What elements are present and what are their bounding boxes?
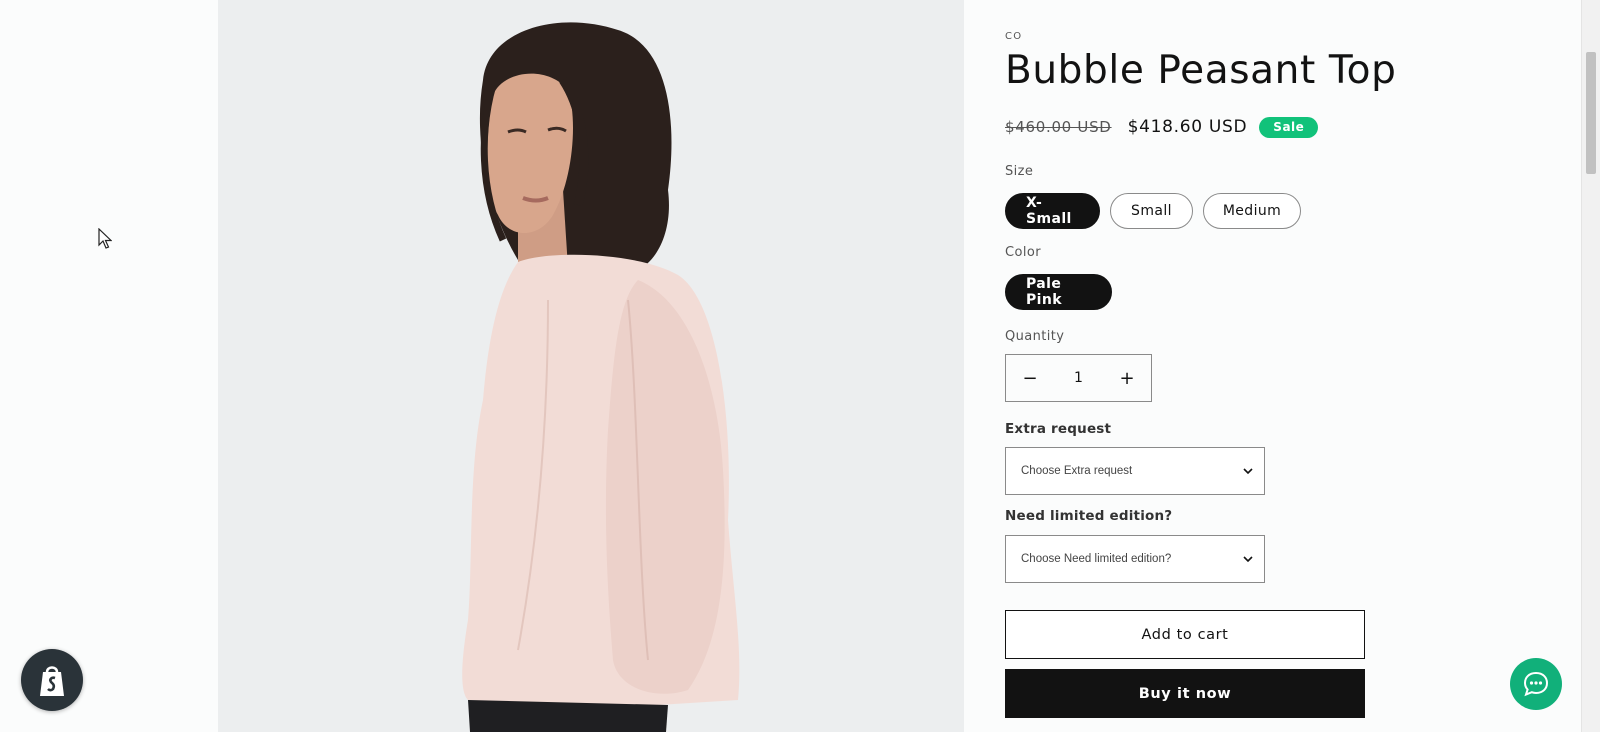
chat-bubble-icon	[1523, 671, 1549, 697]
size-option-medium[interactable]: Medium	[1203, 193, 1301, 229]
product-vendor: co	[1005, 31, 1023, 42]
color-label: Color	[1005, 245, 1041, 260]
extra-request-label: Extra request	[1005, 421, 1112, 437]
quantity-decrease-button[interactable]: −	[1006, 355, 1054, 401]
product-title: Bubble Peasant Top	[1005, 48, 1397, 93]
shopify-bag-icon	[40, 666, 64, 696]
product-image[interactable]	[218, 0, 964, 732]
buy-it-now-button[interactable]: Buy it now	[1005, 669, 1365, 718]
size-options: X-Small Small Medium	[1005, 193, 1301, 229]
limited-edition-label: Need limited edition?	[1005, 508, 1173, 524]
add-to-cart-button[interactable]: Add to cart	[1005, 610, 1365, 659]
chevron-down-icon	[1243, 468, 1253, 475]
sale-badge: Sale	[1259, 116, 1319, 138]
shopify-store-button[interactable]	[21, 649, 83, 711]
page-scrollbar[interactable]	[1581, 0, 1600, 732]
limited-edition-placeholder: Choose Need limited edition?	[1021, 553, 1172, 565]
price-row: $460.00 USD $418.60 USD Sale	[1005, 114, 1319, 140]
product-photo	[218, 0, 964, 732]
chat-button[interactable]	[1510, 658, 1562, 710]
quantity-input[interactable]: 1	[1054, 370, 1103, 386]
size-label: Size	[1005, 164, 1034, 179]
quantity-increase-button[interactable]: +	[1103, 355, 1151, 401]
size-option-x-small[interactable]: X-Small	[1005, 193, 1100, 229]
color-option-pale-pink[interactable]: Pale Pink	[1005, 274, 1112, 310]
mouse-cursor-icon	[98, 228, 112, 249]
quantity-label: Quantity	[1005, 329, 1065, 344]
size-option-small[interactable]: Small	[1110, 193, 1193, 229]
limited-edition-select[interactable]: Choose Need limited edition?	[1005, 535, 1265, 583]
extra-request-placeholder: Choose Extra request	[1021, 465, 1133, 477]
color-options: Pale Pink	[1005, 274, 1112, 310]
scrollbar-thumb[interactable]	[1586, 52, 1596, 174]
extra-request-select[interactable]: Choose Extra request	[1005, 447, 1265, 495]
price-regular: $460.00 USD	[1005, 118, 1112, 136]
quantity-stepper: − 1 +	[1005, 354, 1152, 402]
chevron-down-icon	[1243, 556, 1253, 563]
price-sale: $418.60 USD	[1127, 117, 1248, 137]
